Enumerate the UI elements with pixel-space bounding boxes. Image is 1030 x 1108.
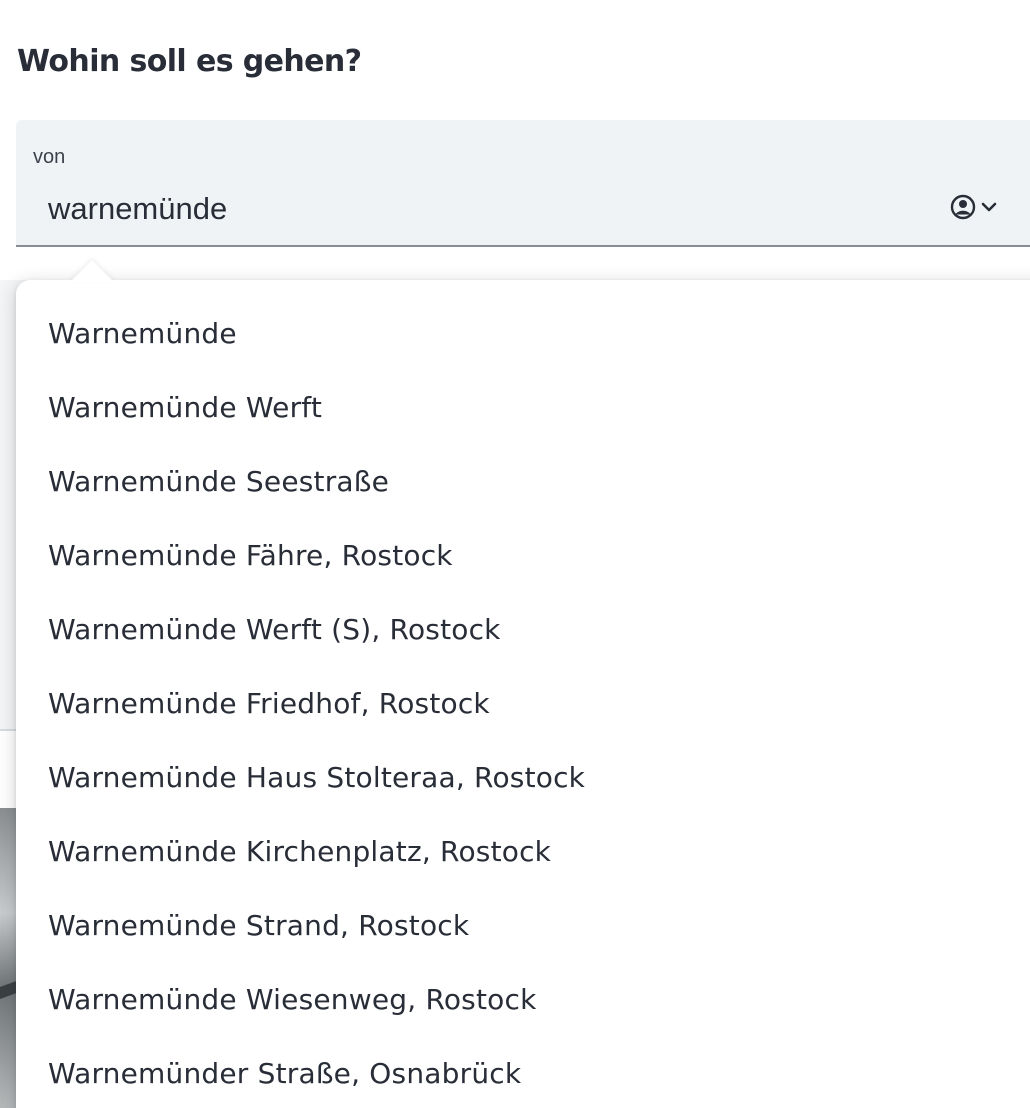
- page-title: Wohin soll es gehen?: [17, 44, 362, 79]
- suggestion-item[interactable]: Warnemünde Werft (S), Rostock: [16, 593, 1016, 667]
- dropdown-caret: [70, 260, 114, 282]
- suggestion-item[interactable]: Warnemünde Fähre, Rostock: [16, 519, 1016, 593]
- suggestion-item[interactable]: Warnemünde Werft: [16, 371, 1016, 445]
- from-input[interactable]: [48, 191, 928, 227]
- person-circle-icon: [950, 194, 976, 224]
- from-field-label: von: [33, 146, 66, 168]
- profile-select-button[interactable]: [950, 192, 1006, 226]
- suggestion-item[interactable]: Warnemünde Seestraße: [16, 445, 1016, 519]
- chevron-down-icon: [980, 198, 998, 220]
- suggestion-item[interactable]: Warnemünde Wiesenweg, Rostock: [16, 963, 1016, 1037]
- suggestion-item[interactable]: Warnemünde Haus Stolteraa, Rostock: [16, 741, 1016, 815]
- suggestion-item[interactable]: Warnemünde Friedhof, Rostock: [16, 667, 1016, 741]
- suggestion-item[interactable]: Warnemünder Straße, Osnabrück: [16, 1037, 1016, 1108]
- suggestion-item[interactable]: Warnemünde: [16, 297, 1016, 371]
- page: Wohin soll es gehen? von Warnemünde Warn…: [0, 0, 1030, 1108]
- suggestion-list: Warnemünde Warnemünde Werft Warnemünde S…: [16, 297, 1016, 1108]
- from-field[interactable]: [16, 120, 1030, 247]
- suggestion-item[interactable]: Warnemünde Strand, Rostock: [16, 889, 1016, 963]
- suggestion-item[interactable]: Warnemünde Kirchenplatz, Rostock: [16, 815, 1016, 889]
